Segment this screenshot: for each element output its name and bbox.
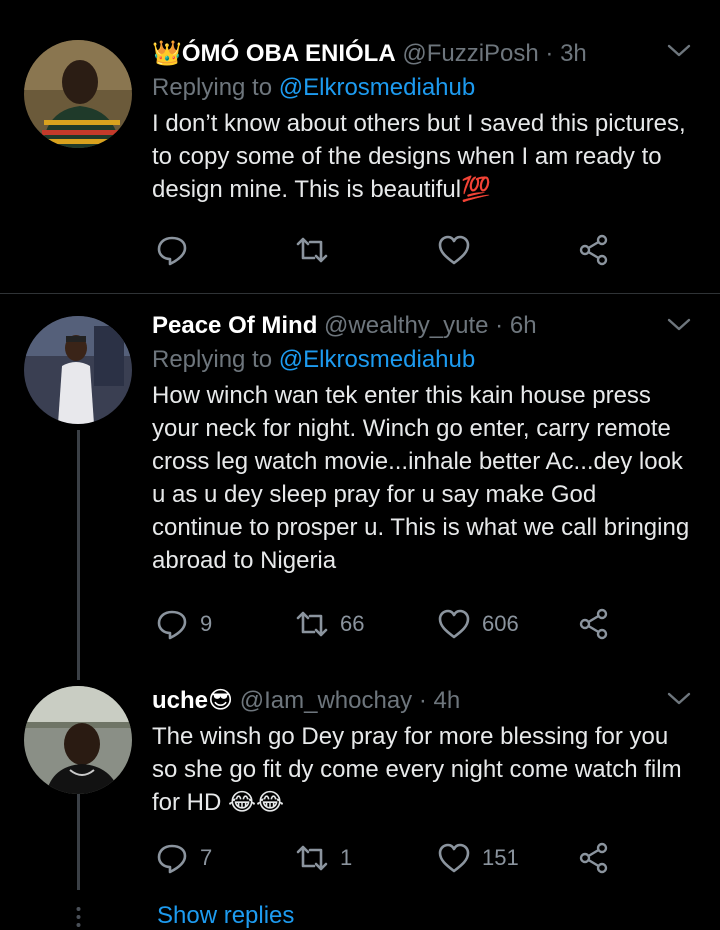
replying-to-label: Replying to [152, 346, 273, 373]
tweet-actions [152, 230, 672, 270]
replying-to: Replying to @Elkrosmediahub [152, 71, 690, 105]
share-button[interactable] [576, 604, 612, 644]
retweet-button[interactable] [294, 230, 340, 270]
more-replies-dots-icon [76, 907, 81, 927]
like-button[interactable]: 606 [436, 604, 519, 644]
user-handle[interactable]: @wealthy_yute [324, 312, 488, 339]
like-count: 606 [482, 611, 519, 636]
reply-button[interactable] [154, 230, 200, 270]
share-icon [579, 234, 608, 266]
replying-to-mention[interactable]: @Elkrosmediahub [279, 74, 475, 101]
separator-dot: · [545, 40, 554, 67]
retweet-button[interactable]: 1 [294, 838, 352, 878]
heart-icon [438, 235, 470, 265]
user-handle[interactable]: @FuzziPosh [402, 40, 538, 67]
tweet-3[interactable]: uche😎 @Iam_whochay · 4h The winsh go Dey… [0, 668, 720, 888]
tweet-header: Peace Of Mind @wealthy_yute · 6h [152, 309, 690, 343]
reply-icon [157, 610, 187, 640]
like-count: 151 [482, 845, 519, 870]
retweet-icon [296, 845, 328, 871]
tweet-actions: 9 66 606 [152, 604, 672, 644]
share-icon [579, 842, 608, 874]
tweet-actions: 7 1 151 [152, 838, 672, 878]
replying-to-mention[interactable]: @Elkrosmediahub [279, 346, 475, 373]
tweet-header: uche😎 @Iam_whochay · 4h [152, 684, 690, 718]
separator-dot: · [418, 687, 427, 714]
reply-icon [157, 844, 187, 874]
retweet-count: 1 [340, 845, 353, 870]
reply-button[interactable]: 7 [154, 838, 212, 878]
tweet-time[interactable]: 4h [434, 687, 461, 714]
avatar[interactable] [24, 686, 132, 794]
tweet-time[interactable]: 3h [560, 40, 587, 67]
share-button[interactable] [576, 838, 612, 878]
tweet-time[interactable]: 6h [510, 312, 537, 339]
display-name[interactable]: uche😎 [152, 687, 233, 714]
tweet-header: 👑ÓMÓ OBA ENIÓLA @FuzziPosh · 3h [152, 37, 690, 71]
like-button[interactable]: 151 [436, 838, 519, 878]
avatar[interactable] [24, 40, 132, 148]
heart-icon [438, 843, 470, 873]
tweet-1[interactable]: 👑ÓMÓ OBA ENIÓLA @FuzziPosh · 3h Replying… [0, 0, 720, 292]
chevron-down-icon[interactable] [666, 686, 692, 712]
chevron-down-icon[interactable] [666, 312, 692, 338]
reply-count: 7 [200, 845, 213, 870]
tweet-2[interactable]: Peace Of Mind @wealthy_yute · 6h Replyin… [0, 294, 720, 666]
separator-dot: · [495, 312, 504, 339]
reply-count: 9 [200, 611, 213, 636]
tweet-text: How winch wan tek enter this kain house … [152, 382, 690, 574]
tweet-text: I don’t know about others but I saved th… [152, 110, 686, 203]
display-name[interactable]: Peace Of Mind [152, 312, 317, 339]
thread-line [77, 794, 80, 890]
heart-icon [438, 609, 470, 639]
retweet-icon [296, 237, 328, 263]
display-name[interactable]: 👑ÓMÓ OBA ENIÓLA [152, 40, 396, 67]
chevron-down-icon[interactable] [666, 38, 692, 64]
reply-button[interactable]: 9 [154, 604, 212, 644]
replying-to: Replying to @Elkrosmediahub [152, 343, 690, 377]
user-handle[interactable]: @Iam_whochay [240, 687, 412, 714]
like-button[interactable] [436, 230, 482, 270]
retweet-icon [296, 611, 328, 637]
replying-to-label: Replying to [152, 74, 273, 101]
avatar[interactable] [24, 316, 132, 424]
reply-icon [157, 236, 187, 266]
show-replies-link[interactable]: Show replies [157, 902, 294, 930]
tweet-text: The winsh go Dey pray for more blessing … [152, 723, 682, 816]
share-button[interactable] [576, 230, 612, 270]
thread-line [77, 430, 80, 680]
retweet-count: 66 [340, 611, 365, 636]
share-icon [579, 608, 608, 640]
retweet-button[interactable]: 66 [294, 604, 364, 644]
